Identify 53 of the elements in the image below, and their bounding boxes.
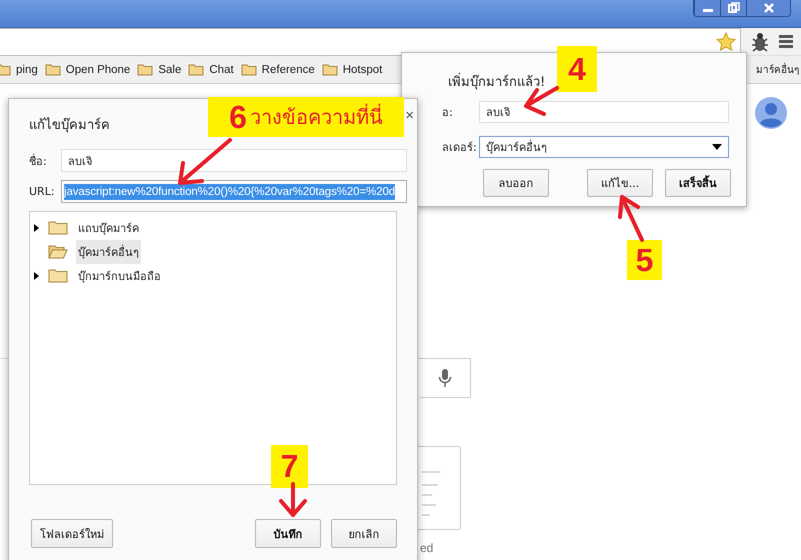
folder-label: ลเดอร์: xyxy=(442,140,478,156)
name-field[interactable]: ลบเจิ xyxy=(61,149,407,172)
search-box[interactable] xyxy=(420,358,471,398)
close-button[interactable] xyxy=(746,0,790,16)
dialog-button[interactable]: ลบออก xyxy=(483,169,549,197)
thumbnail-caption: ed xyxy=(420,541,434,555)
dialog-button[interactable]: โฟลเดอร์ใหม่ xyxy=(31,519,113,548)
folder-icon xyxy=(48,221,68,235)
folder-item[interactable]: บุ๊กมาร์กบนมือถือ xyxy=(76,264,163,288)
bookmark-folder[interactable]: Open Phone xyxy=(44,63,130,76)
step-label: 6 วางข้อความที่นี่ xyxy=(208,97,404,137)
folder-icon xyxy=(322,63,338,76)
avatar-icon[interactable] xyxy=(755,97,787,129)
folder-icon xyxy=(137,63,154,76)
folder-item[interactable]: แถบบุ๊คมาร์ค xyxy=(76,216,141,240)
dialog-button[interactable]: ยกเลิก xyxy=(331,519,397,548)
folder-icon xyxy=(44,63,61,76)
step-label: 5 xyxy=(627,240,662,280)
bookmark-folder[interactable]: Sale xyxy=(137,63,182,76)
star-icon[interactable] xyxy=(716,32,736,51)
close-button[interactable]: × xyxy=(405,108,414,122)
expand-arrow-icon[interactable] xyxy=(34,224,39,232)
name-field[interactable]: ลบเจิ xyxy=(479,101,729,123)
arrow xyxy=(178,138,232,185)
bookmark-folder[interactable]: ping xyxy=(0,63,38,76)
menu-icon[interactable] xyxy=(779,35,793,48)
folder-dropdown[interactable]: บุ๊คมาร์คอื่นๆ xyxy=(479,136,729,158)
bookmark-folder[interactable]: Reference xyxy=(240,63,315,76)
dialog-title: แก้ไขบุ๊คมาร์ค xyxy=(29,116,110,134)
restore-icon xyxy=(728,2,740,14)
microphone-icon[interactable] xyxy=(438,368,452,388)
dialog-button[interactable]: เสร็จสิ้น xyxy=(665,169,731,197)
arrow xyxy=(279,482,307,517)
step-label: 7 xyxy=(271,445,308,488)
arrow xyxy=(618,195,644,242)
expand-arrow-icon[interactable] xyxy=(34,272,39,280)
dialog-button[interactable]: บันทึก xyxy=(255,519,321,548)
folder-icon xyxy=(188,63,204,76)
bookmark-folder[interactable]: Chat xyxy=(188,63,234,76)
url-label: URL: xyxy=(29,185,56,198)
dropdown-arrow-icon xyxy=(712,144,722,150)
dialog-button[interactable]: แก้ไข... xyxy=(587,169,653,197)
folder-icon xyxy=(48,269,68,283)
minimize-button[interactable] xyxy=(694,0,720,16)
close-icon xyxy=(762,2,774,14)
folder-item[interactable]: บุ๊คมาร์คอื่นๆ xyxy=(76,240,141,264)
bug-icon[interactable] xyxy=(749,30,771,52)
restore-button[interactable] xyxy=(720,0,746,16)
other-bookmarks[interactable]: มาร์คอื่นๆ xyxy=(756,62,799,77)
folder-icon xyxy=(240,63,257,76)
name-label: ชื่อ: xyxy=(29,152,48,170)
bookmark-folder[interactable]: Hotspot xyxy=(322,63,382,76)
name-label: อ: xyxy=(442,105,454,121)
